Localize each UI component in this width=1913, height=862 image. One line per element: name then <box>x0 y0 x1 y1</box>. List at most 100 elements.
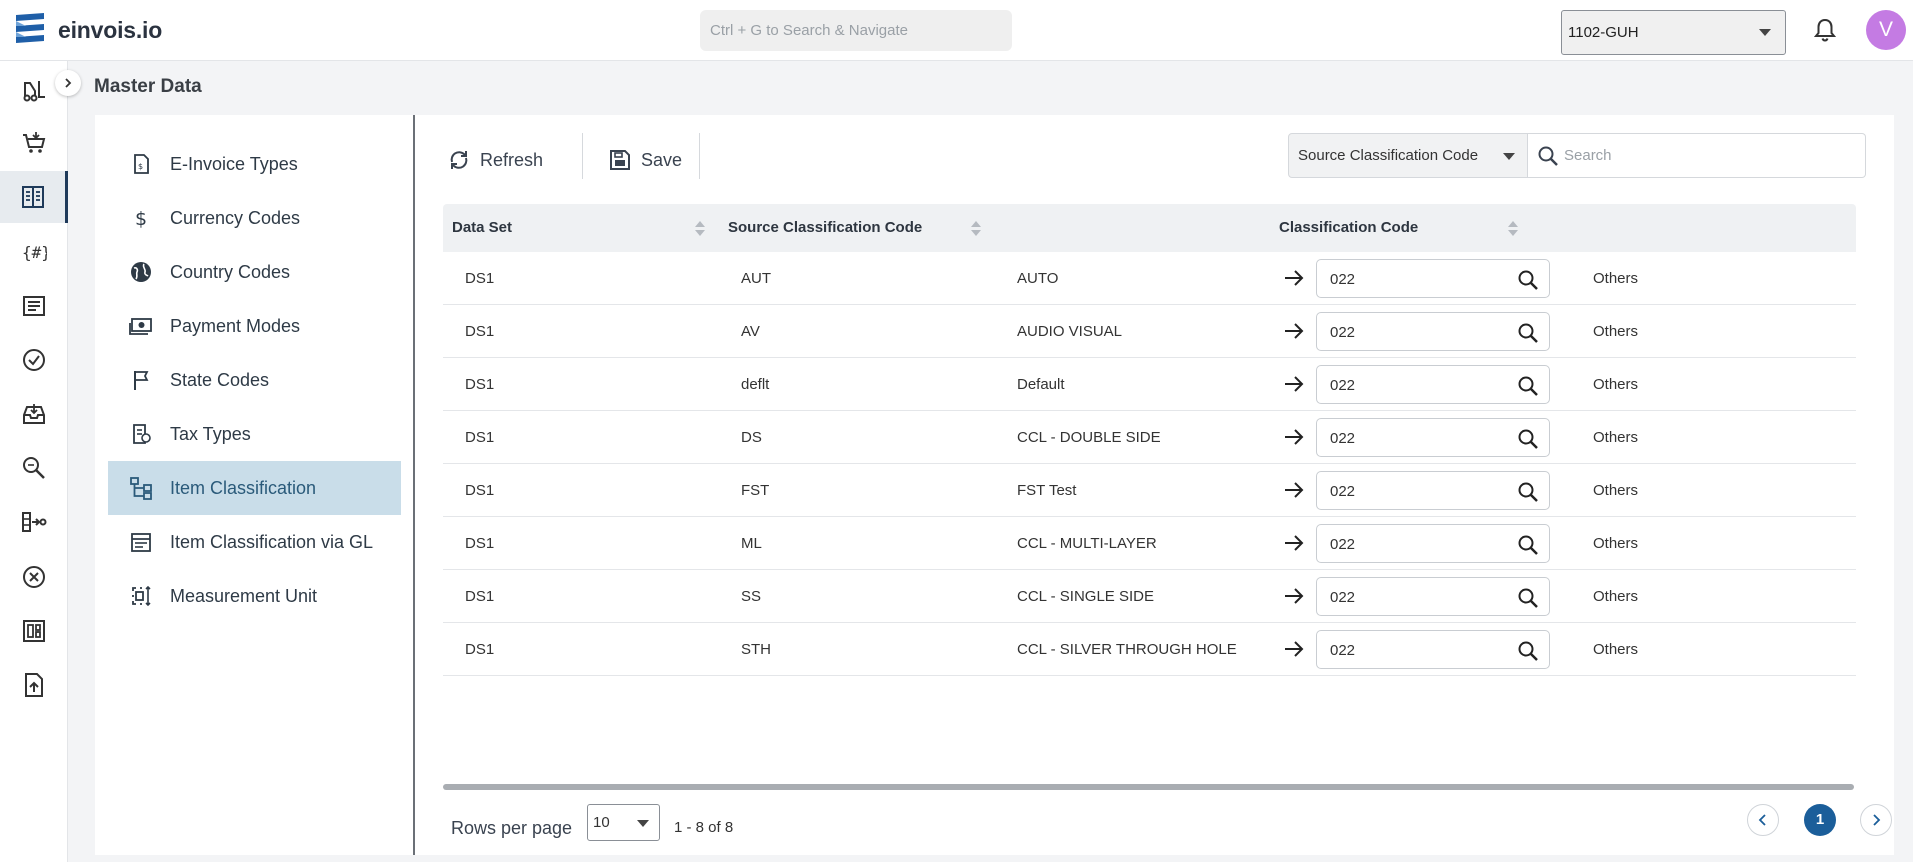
cell-source-description: Default <box>1017 376 1065 393</box>
classification-code-input[interactable]: 022 <box>1316 365 1550 404</box>
search-icon[interactable] <box>1517 269 1539 291</box>
chevron-left-icon <box>1758 814 1766 826</box>
menu-item-label: E-Invoice Types <box>170 153 298 174</box>
rail-documents[interactable] <box>0 280 68 332</box>
rail-codes[interactable]: {#} <box>0 226 68 278</box>
classification-code-input[interactable]: 022 <box>1316 259 1550 298</box>
cell-data-set: DS1 <box>465 270 495 287</box>
classification-code-input[interactable]: 022 <box>1316 630 1550 669</box>
menu-item-currency-codes[interactable]: $ Currency Codes <box>108 191 401 245</box>
rail-cart[interactable] <box>0 117 68 169</box>
cell-source-code: DS <box>741 429 762 446</box>
menu-item-label: Tax Types <box>170 423 251 444</box>
cell-classification-description: Others <box>1593 535 1639 552</box>
header-source-classification-code[interactable]: Source Classification Code <box>728 204 922 252</box>
classification-code-input[interactable]: 022 <box>1316 312 1550 351</box>
menu-item-label: Payment Modes <box>170 315 301 336</box>
search-icon[interactable] <box>1517 428 1539 450</box>
brand-name: einvois.io <box>58 16 163 43</box>
search-icon[interactable] <box>1517 322 1539 344</box>
table-row[interactable]: DS1 DS CCL - DOUBLE SIDE 022 Others <box>443 411 1856 464</box>
prev-page-button[interactable] <box>1747 804 1779 836</box>
menu-item-e-invoice-types[interactable]: $ E-Invoice Types <box>108 137 401 191</box>
search-icon[interactable] <box>1517 640 1539 662</box>
save-button[interactable]: Save <box>609 135 682 185</box>
svg-text:$: $ <box>135 208 147 229</box>
toolbar-divider <box>699 133 700 179</box>
menu-item-measurement-unit[interactable]: Measurement Unit <box>108 569 401 623</box>
classification-code-input[interactable]: 022 <box>1316 524 1550 563</box>
rows-per-page-select[interactable]: 10 <box>587 804 660 841</box>
rail-inbox[interactable] <box>0 388 68 440</box>
menu-item-label: Currency Codes <box>170 207 301 228</box>
rows-per-page-label: Rows per page <box>451 818 573 838</box>
next-page-button[interactable] <box>1860 804 1892 836</box>
rail-approved[interactable] <box>0 334 68 386</box>
table-row[interactable]: DS1 STH CCL - SILVER THROUGH HOLE 022 Others <box>443 623 1856 676</box>
dollar-icon: $ <box>128 205 154 231</box>
classification-code-input[interactable]: 022 <box>1316 418 1550 457</box>
classification-code-input[interactable]: 022 <box>1316 471 1550 510</box>
chevron-right-icon <box>1873 814 1881 826</box>
table-row[interactable]: DS1 AUT AUTO 022 Others <box>443 252 1856 305</box>
classification-code-value: 022 <box>1330 589 1356 606</box>
logo[interactable]: einvois.io <box>16 13 162 47</box>
header-data-set[interactable]: Data Set <box>452 204 512 252</box>
global-search-input[interactable] <box>700 10 1012 51</box>
cell-source-description: AUTO <box>1017 270 1059 287</box>
rail-dashboard[interactable] <box>0 605 68 657</box>
inbox-icon <box>23 404 45 424</box>
classification-code-value: 022 <box>1330 271 1356 288</box>
filter-search-box[interactable] <box>1528 133 1866 178</box>
company-select[interactable]: 1102-GUH <box>1561 10 1786 55</box>
arrow-right-icon <box>1285 588 1304 604</box>
caret-down-icon <box>1759 29 1771 36</box>
notification-bell-icon[interactable] <box>1813 18 1837 47</box>
menu-item-item-classification-via-gl[interactable]: Item Classification via GL <box>108 515 401 569</box>
sort-icon[interactable] <box>1508 221 1518 237</box>
menu-item-tax-types[interactable]: Tax Types <box>108 407 401 461</box>
expand-sidebar-button[interactable] <box>55 70 81 96</box>
filter-field-select[interactable]: Source Classification Code <box>1288 133 1528 178</box>
cell-data-set: DS1 <box>465 641 495 658</box>
menu-item-item-classification[interactable]: Item Classification <box>108 461 401 515</box>
menu-item-country-codes[interactable]: Country Codes <box>108 245 401 299</box>
header-classification-code[interactable]: Classification Code <box>1279 204 1418 252</box>
classification-code-input[interactable]: 022 <box>1316 577 1550 616</box>
menu-item-payment-modes[interactable]: Payment Modes <box>108 299 401 353</box>
rail-flow[interactable] <box>0 496 68 548</box>
cell-classification-description: Others <box>1593 323 1639 340</box>
cell-data-set: DS1 <box>465 323 495 340</box>
table-row[interactable]: DS1 SS CCL - SINGLE SIDE 022 Others <box>443 570 1856 623</box>
classification-code-value: 022 <box>1330 377 1356 394</box>
rail-master-data[interactable] <box>0 171 68 223</box>
menu-item-state-codes[interactable]: State Codes <box>108 353 401 407</box>
rail-search-doc[interactable] <box>0 442 68 494</box>
dashboard-icon <box>23 620 45 642</box>
search-icon[interactable] <box>1517 481 1539 503</box>
refresh-button[interactable]: Refresh <box>448 135 543 185</box>
cell-source-description: CCL - MULTI-LAYER <box>1017 535 1157 552</box>
horizontal-scrollbar[interactable] <box>443 784 1854 790</box>
cell-source-description: AUDIO VISUAL <box>1017 323 1123 340</box>
refresh-icon <box>450 151 468 169</box>
search-icon[interactable] <box>1517 587 1539 609</box>
classification-code-value: 022 <box>1330 536 1356 553</box>
search-icon[interactable] <box>1517 534 1539 556</box>
sort-icon[interactable] <box>695 221 705 237</box>
table-row[interactable]: DS1 ML CCL - MULTI-LAYER 022 Others <box>443 517 1856 570</box>
page-number-button[interactable]: 1 <box>1804 804 1836 836</box>
table-row[interactable]: DS1 deflt Default 022 Others <box>443 358 1856 411</box>
search-icon <box>1538 146 1558 166</box>
arrow-right-icon <box>1285 641 1304 657</box>
rail-upload[interactable] <box>0 659 68 711</box>
user-avatar[interactable]: V <box>1866 10 1906 50</box>
table-row[interactable]: DS1 AV AUDIO VISUAL 022 Others <box>443 305 1856 358</box>
filter-search-input[interactable] <box>1564 134 1854 177</box>
sort-icon[interactable] <box>971 221 981 237</box>
rail-cancelled[interactable] <box>0 551 68 603</box>
arrow-right-icon <box>1285 376 1304 392</box>
master-data-icon <box>21 186 44 208</box>
search-icon[interactable] <box>1517 375 1539 397</box>
table-row[interactable]: DS1 FST FST Test 022 Others <box>443 464 1856 517</box>
